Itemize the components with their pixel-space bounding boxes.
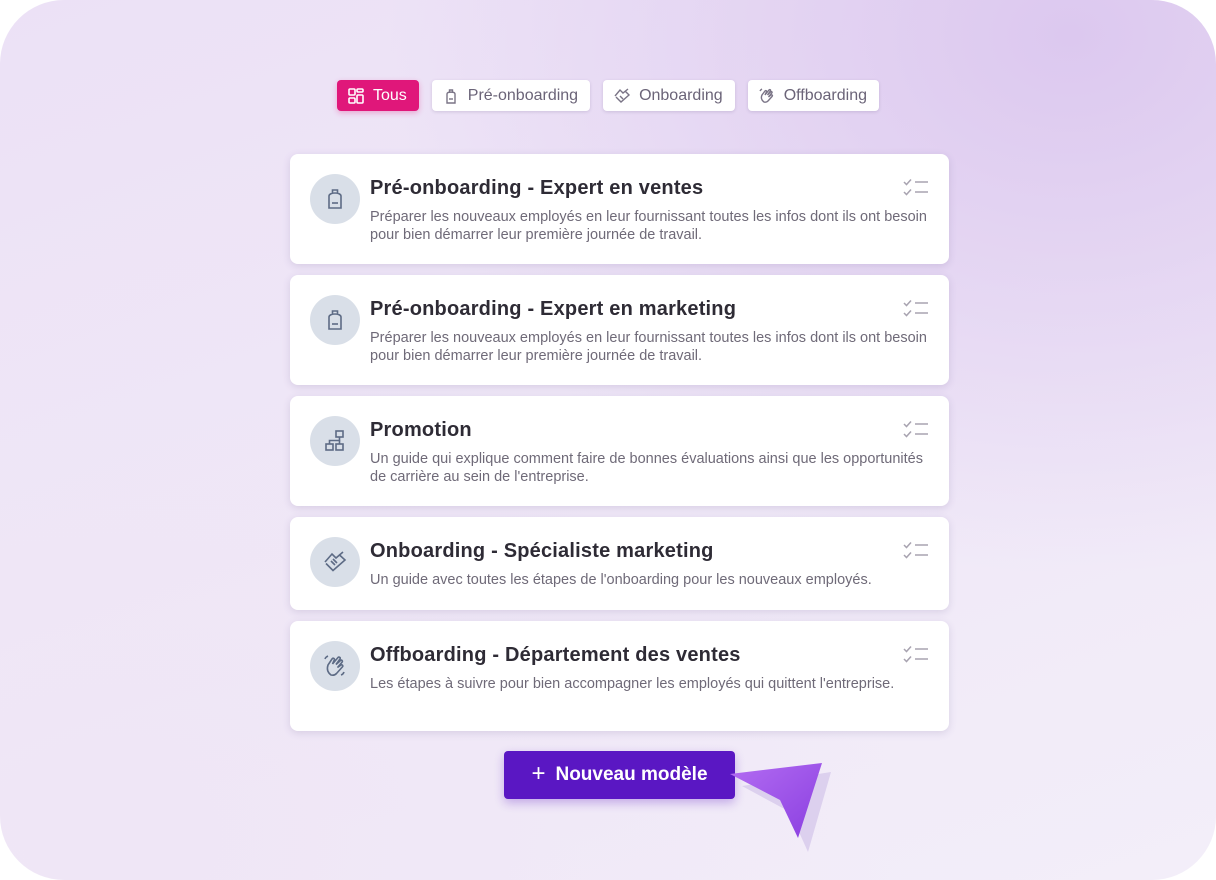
wave-hand-icon bbox=[758, 87, 776, 105]
template-title: Offboarding - Département des ventes bbox=[370, 644, 741, 666]
template-description: Un guide qui explique comment faire de b… bbox=[370, 451, 923, 485]
tab-label: Pré-onboarding bbox=[467, 86, 579, 104]
backpack-icon bbox=[310, 174, 360, 224]
template-title: Pré-onboarding - Expert en marketing bbox=[370, 298, 737, 320]
tab-label: Offboarding bbox=[783, 86, 868, 104]
checklist-icon[interactable] bbox=[903, 178, 929, 198]
template-description: Préparer les nouveaux employés en leur f… bbox=[370, 330, 927, 364]
template-title: Onboarding - Spécialiste marketing bbox=[370, 540, 714, 562]
template-card[interactable]: Offboarding - Département des ventes Les… bbox=[290, 621, 949, 731]
tab-offboarding[interactable]: Offboarding bbox=[747, 80, 880, 111]
handshake-icon bbox=[613, 87, 631, 105]
tab-label: Tous bbox=[372, 86, 407, 104]
template-card[interactable]: Onboarding - Spécialiste marketing Un gu… bbox=[290, 517, 949, 610]
template-card[interactable]: Promotion Un guide qui explique comment … bbox=[290, 396, 949, 506]
template-description: Un guide avec toutes les étapes de l'onb… bbox=[370, 572, 872, 588]
wave-hand-icon bbox=[310, 641, 360, 691]
template-description: Les étapes à suivre pour bien accompagne… bbox=[370, 676, 895, 692]
org-chart-icon bbox=[310, 416, 360, 466]
plus-icon: + bbox=[531, 760, 546, 787]
template-card[interactable]: Pré-onboarding - Expert en ventes Prépar… bbox=[290, 154, 949, 264]
checklist-icon[interactable] bbox=[903, 645, 929, 665]
tab-onboarding[interactable]: Onboarding bbox=[603, 80, 735, 111]
template-card[interactable]: Pré-onboarding - Expert en marketing Pré… bbox=[290, 275, 949, 385]
mouse-cursor-icon bbox=[730, 763, 831, 852]
new-template-label: Nouveau modèle bbox=[555, 764, 708, 785]
template-description: Préparer les nouveaux employés en leur f… bbox=[370, 209, 927, 243]
filter-tabs: Tous Pré-onboarding Onboarding Offboardi… bbox=[0, 80, 1216, 111]
handshake-icon bbox=[310, 537, 360, 587]
tab-tous[interactable]: Tous bbox=[336, 80, 419, 111]
new-template-button[interactable]: + Nouveau modèle bbox=[504, 751, 735, 799]
tab-label: Onboarding bbox=[639, 86, 723, 104]
template-list: Pré-onboarding - Expert en ventes Prépar… bbox=[290, 154, 949, 742]
checklist-icon[interactable] bbox=[903, 299, 929, 319]
grid-icon bbox=[347, 87, 365, 105]
checklist-icon[interactable] bbox=[903, 420, 929, 440]
template-title: Pré-onboarding - Expert en ventes bbox=[370, 177, 704, 199]
backpack-icon bbox=[442, 87, 460, 105]
backpack-icon bbox=[310, 295, 360, 345]
tab-pre-onboarding[interactable]: Pré-onboarding bbox=[431, 80, 591, 111]
app-canvas: Tous Pré-onboarding Onboarding Offboardi… bbox=[0, 0, 1216, 880]
template-title: Promotion bbox=[370, 419, 472, 441]
checklist-icon[interactable] bbox=[903, 541, 929, 561]
